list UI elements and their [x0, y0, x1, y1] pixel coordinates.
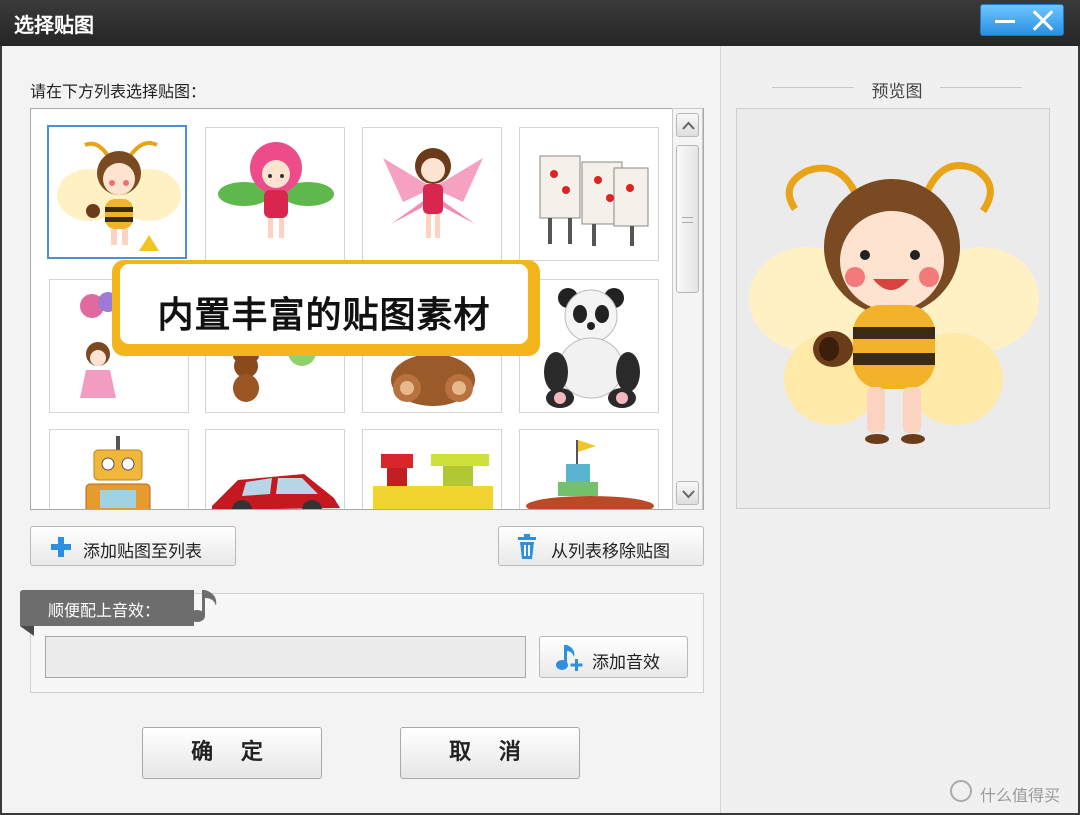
- chevron-up-icon: [682, 121, 695, 130]
- feature-banner-text: 内置丰富的贴图素材: [157, 295, 491, 336]
- bee-girl-preview-icon: [749, 162, 1039, 444]
- panda-sticker-icon: [544, 288, 640, 408]
- sticker-item-castle[interactable]: [519, 429, 659, 509]
- feature-banner: 内置丰富的贴图素材: [112, 260, 540, 356]
- remove-sticker-button[interactable]: 从列表移除贴图: [498, 526, 704, 566]
- window-controls: [980, 4, 1064, 36]
- flower-girl-sticker-icon: [218, 142, 334, 238]
- add-music-icon: [556, 645, 583, 671]
- minimize-icon[interactable]: [989, 11, 1021, 31]
- title-bar: 选择贴图: [0, 0, 1080, 46]
- watermark-logo-icon: [950, 780, 972, 802]
- sticker-item-bee-girl[interactable]: [47, 125, 187, 259]
- sound-section-label: 顺便配上音效：: [48, 601, 161, 620]
- preview-box: [736, 108, 1050, 509]
- music-note-icon: [189, 590, 217, 622]
- add-sound-button[interactable]: 添加音效: [539, 636, 688, 678]
- add-sound-label: 添加音效: [592, 653, 660, 673]
- trash-icon: [518, 534, 536, 559]
- plus-icon: [51, 537, 71, 557]
- add-sticker-button[interactable]: 添加贴图至列表: [30, 526, 236, 566]
- castle-sticker-icon: [526, 440, 654, 509]
- list-instruction: 请在下方列表选择贴图：: [30, 82, 207, 101]
- add-sticker-label: 添加贴图至列表: [83, 542, 202, 562]
- sticker-item-flower-girl[interactable]: [205, 127, 345, 261]
- list-scrollbar[interactable]: [672, 108, 703, 510]
- robot-sticker-icon: [85, 436, 151, 509]
- watermark: 什么值得买: [950, 780, 1074, 808]
- preview-title-line-left: [772, 87, 854, 88]
- window-title: 选择贴图: [14, 13, 94, 37]
- close-icon[interactable]: [1027, 7, 1059, 33]
- scroll-down-button[interactable]: [676, 481, 699, 505]
- watermark-text: 什么值得买: [980, 786, 1061, 805]
- cancel-button[interactable]: 取 消: [400, 727, 580, 779]
- ok-button[interactable]: 确 定: [142, 727, 322, 779]
- card-soldiers-sticker-icon: [539, 155, 649, 246]
- sticker-item-panda[interactable]: [519, 279, 659, 413]
- bee-girl-sticker-icon: [57, 141, 181, 251]
- sticker-item-red-car[interactable]: [205, 429, 345, 509]
- remove-sticker-label: 从列表移除贴图: [551, 542, 670, 562]
- sticker-item-fairy-girl[interactable]: [362, 127, 502, 261]
- sticker-item-card-soldiers[interactable]: [519, 127, 659, 261]
- sound-file-input[interactable]: [45, 636, 526, 678]
- scroll-up-button[interactable]: [676, 113, 699, 137]
- toy-blocks-sticker-icon: [373, 454, 493, 509]
- preview-title: 预览图: [871, 82, 923, 102]
- chevron-down-icon: [682, 490, 695, 499]
- red-car-sticker-icon: [212, 474, 340, 509]
- feature-banner-card: 内置丰富的贴图素材: [120, 264, 528, 344]
- preview-title-line-right: [940, 87, 1022, 88]
- sticker-item-robot[interactable]: [49, 429, 189, 509]
- sticker-item-toy-blocks[interactable]: [362, 429, 502, 509]
- scroll-thumb[interactable]: [676, 145, 699, 293]
- tab-fold-icon: [20, 626, 34, 636]
- fairy-girl-sticker-icon: [383, 148, 483, 238]
